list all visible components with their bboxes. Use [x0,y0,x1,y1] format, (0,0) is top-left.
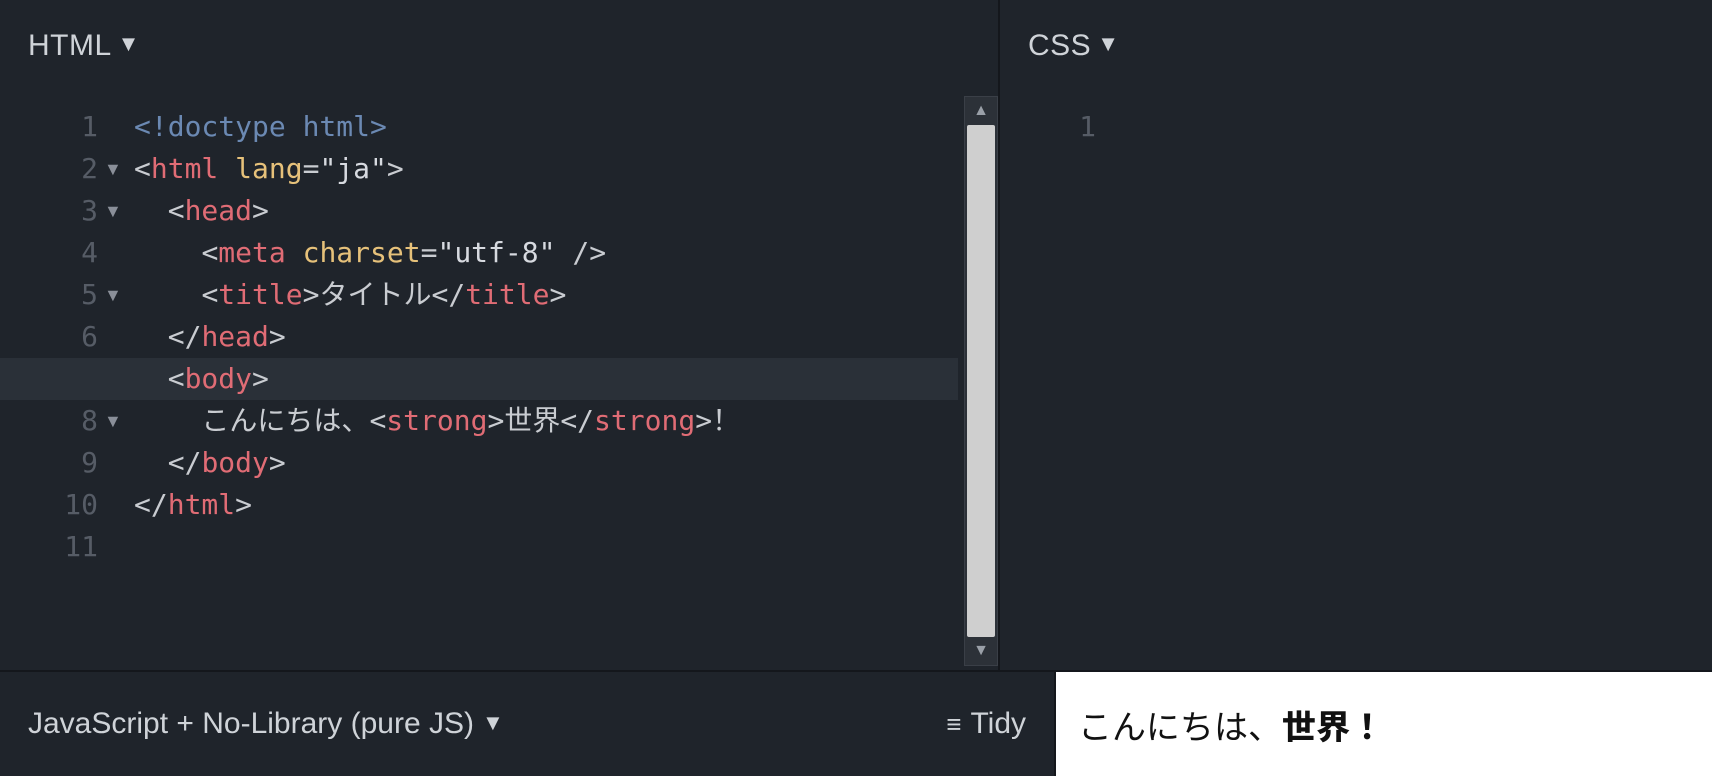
scroll-down-icon[interactable]: ▼ [965,637,997,665]
tidy-button[interactable]: ≡ Tidy [946,707,1026,741]
css-gutter: 1 [1056,106,1096,670]
js-pane-title: JavaScript + No-Library (pure JS) [28,707,474,741]
result-strong: 世界！ [1282,700,1384,749]
html-code-area[interactable]: <!doctype html><html lang="ja"> <head> <… [134,92,998,670]
scrollbar-vertical[interactable]: ▲ ▼ [964,96,998,666]
tidy-label: Tidy [970,707,1026,741]
css-editor[interactable]: 1 [1000,92,1712,670]
tidy-icon: ≡ [946,709,958,740]
chevron-down-icon: ▼ [1097,31,1119,57]
result-pane: こんにちは、世界！ [1056,672,1712,776]
chevron-down-icon: ▼ [118,31,140,57]
scroll-up-icon[interactable]: ▲ [965,97,997,125]
html-pane: HTML ▼ 1234567891011 ▼▼▼▼▼ <!doctype htm… [0,0,1000,670]
html-pane-title: HTML [28,29,112,63]
html-pane-header[interactable]: HTML ▼ [0,0,998,92]
css-pane: CSS ▼ 1 [1000,0,1712,670]
html-editor[interactable]: 1234567891011 ▼▼▼▼▼ <!doctype html><html… [0,92,998,670]
js-pane-header[interactable]: JavaScript + No-Library (pure JS) ▼ ≡ Ti… [0,672,1056,776]
css-pane-header[interactable]: CSS ▼ [1000,0,1712,92]
css-pane-title: CSS [1028,29,1091,63]
scrollbar-thumb[interactable] [967,125,995,637]
chevron-down-icon: ▼ [482,710,504,736]
result-text: こんにちは、 [1078,700,1282,749]
